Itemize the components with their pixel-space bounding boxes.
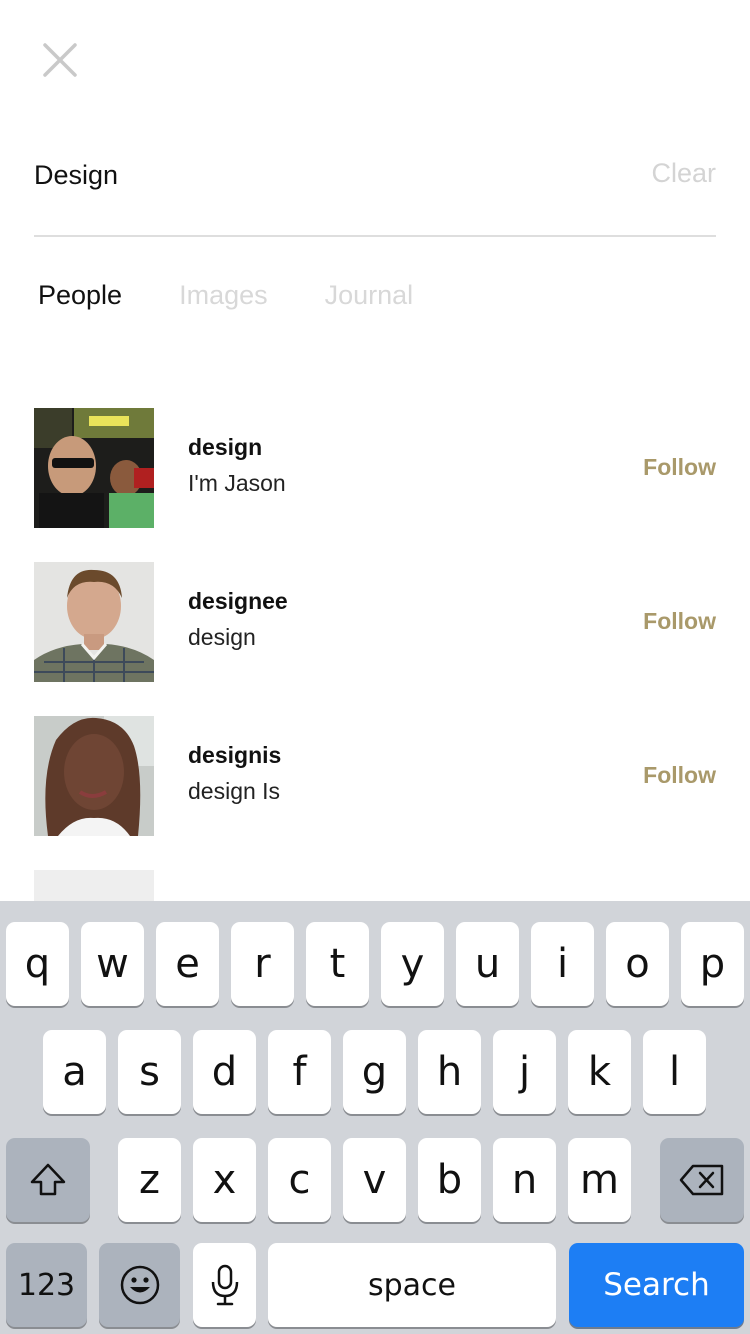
emoji-key[interactable] [99, 1243, 180, 1327]
key-w[interactable]: w [81, 922, 144, 1006]
tab-people[interactable]: People [38, 280, 122, 320]
onscreen-keyboard: q w e r t y u i o p a s d f g h j k l z … [0, 901, 750, 1334]
key-a[interactable]: a [43, 1030, 106, 1114]
user-bio: I'm Jason [188, 470, 286, 496]
username: designee [188, 588, 288, 614]
key-s[interactable]: s [118, 1030, 181, 1114]
close-button[interactable] [34, 34, 86, 86]
key-u[interactable]: u [456, 922, 519, 1006]
key-l[interactable]: l [643, 1030, 706, 1114]
numbers-key[interactable]: 123 [6, 1243, 87, 1327]
key-g[interactable]: g [343, 1030, 406, 1114]
key-p[interactable]: p [681, 922, 744, 1006]
key-h[interactable]: h [418, 1030, 481, 1114]
tab-journal[interactable]: Journal [325, 280, 414, 320]
key-c[interactable]: c [268, 1138, 331, 1222]
search-key[interactable]: Search [569, 1243, 744, 1327]
list-item[interactable]: designee design Follow [34, 562, 716, 716]
microphone-icon [211, 1264, 238, 1306]
key-m[interactable]: m [568, 1138, 631, 1222]
search-input[interactable] [34, 154, 554, 196]
search-bar: Clear [34, 140, 716, 237]
list-item[interactable]: designis design Is Follow [34, 716, 716, 870]
clear-button[interactable]: Clear [651, 158, 716, 189]
key-b[interactable]: b [418, 1138, 481, 1222]
key-k[interactable]: k [568, 1030, 631, 1114]
tab-images[interactable]: Images [179, 280, 268, 320]
key-f[interactable]: f [268, 1030, 331, 1114]
key-n[interactable]: n [493, 1138, 556, 1222]
key-r[interactable]: r [231, 922, 294, 1006]
key-d[interactable]: d [193, 1030, 256, 1114]
avatar[interactable] [34, 716, 154, 836]
avatar[interactable] [34, 562, 154, 682]
user-bio: design Is [188, 778, 281, 804]
key-z[interactable]: z [118, 1138, 181, 1222]
key-q[interactable]: q [6, 922, 69, 1006]
shift-key[interactable] [6, 1138, 90, 1222]
backspace-icon [679, 1164, 724, 1196]
key-e[interactable]: e [156, 922, 219, 1006]
username: designis [188, 742, 282, 768]
key-y[interactable]: y [381, 922, 444, 1006]
follow-button[interactable]: Follow [643, 762, 716, 789]
key-j[interactable]: j [493, 1030, 556, 1114]
key-i[interactable]: i [531, 922, 594, 1006]
username: design [188, 434, 263, 460]
follow-button[interactable]: Follow [643, 454, 716, 481]
microphone-key[interactable] [193, 1243, 256, 1327]
key-t[interactable]: t [306, 922, 369, 1006]
space-key[interactable]: space [268, 1243, 556, 1327]
key-o[interactable]: o [606, 922, 669, 1006]
user-bio: design [188, 624, 256, 650]
close-icon [43, 43, 77, 77]
list-item[interactable]: design I'm Jason Follow [34, 408, 716, 562]
shift-icon [30, 1163, 66, 1196]
emoji-icon [120, 1265, 159, 1305]
key-x[interactable]: x [193, 1138, 256, 1222]
follow-button[interactable]: Follow [643, 608, 716, 635]
key-v[interactable]: v [343, 1138, 406, 1222]
delete-key[interactable] [660, 1138, 744, 1222]
avatar[interactable] [34, 408, 154, 528]
result-tabs: People Images Journal [38, 280, 470, 320]
